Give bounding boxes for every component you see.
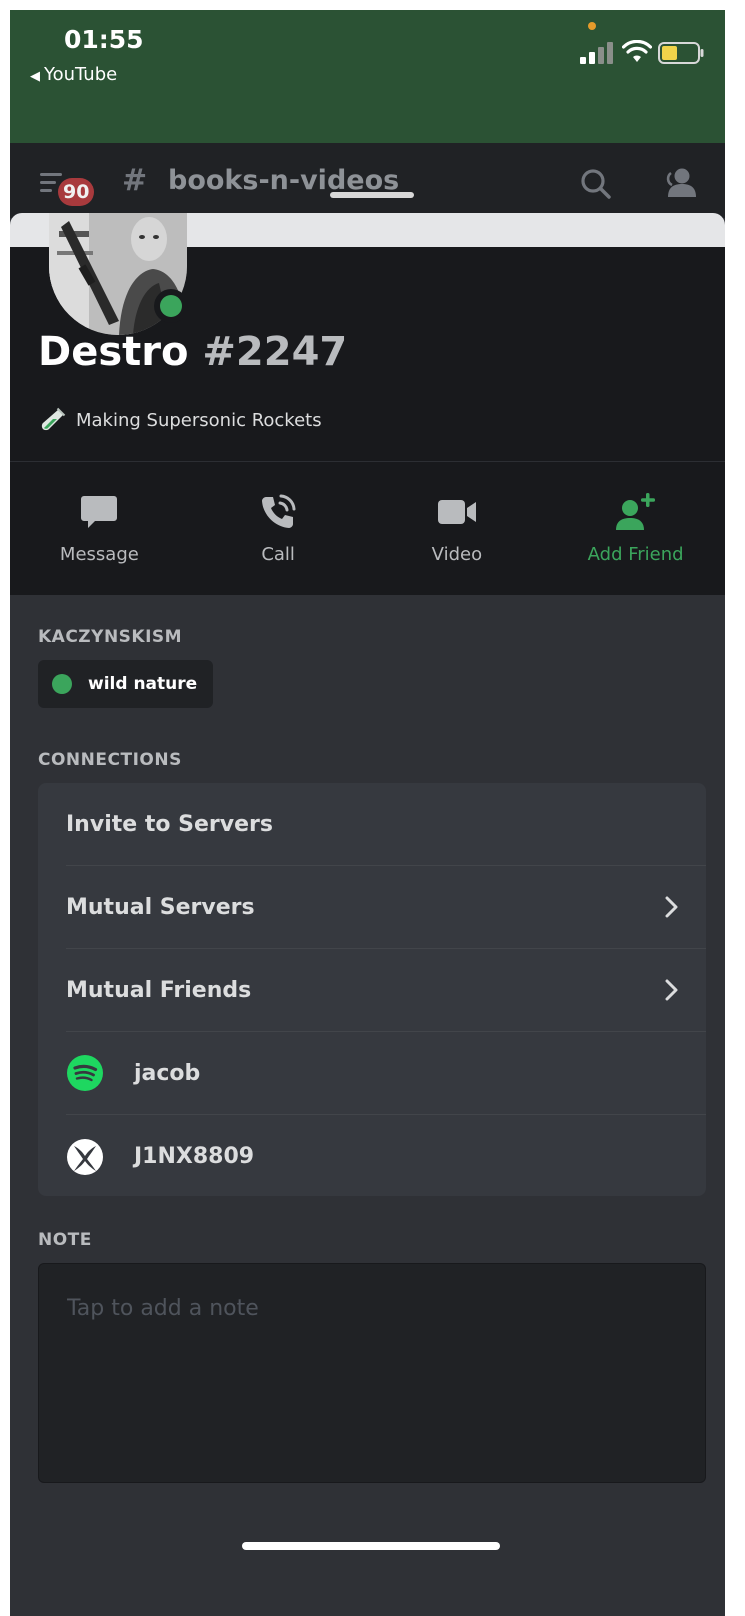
note-section-title: NOTE — [38, 1230, 92, 1250]
username-discriminator: #2247 — [202, 329, 348, 375]
status-bar: 01:55 ◀ YouTube — [10, 10, 725, 143]
back-app-label: YouTube — [44, 64, 118, 85]
user-profile-sheet: Destro #2247 Making Supersonic Rockets M… — [10, 213, 725, 1616]
call-button[interactable]: Call — [189, 462, 368, 595]
note-input[interactable] — [67, 1296, 677, 1321]
profile-actions: Message Call Video Add Friend — [10, 461, 725, 595]
phone-screen: 01:55 ◀ YouTube 90 # books-n-videos Dest… — [10, 10, 725, 1616]
back-triangle-icon: ◀ — [30, 69, 40, 84]
members-icon[interactable] — [662, 167, 700, 199]
role-chip[interactable]: wild nature — [38, 660, 214, 708]
sheet-grab-handle[interactable] — [330, 192, 414, 198]
unread-badge: 90 — [58, 178, 95, 206]
chevron-right-icon — [665, 979, 678, 1001]
chevron-right-icon — [665, 896, 678, 918]
message-button[interactable]: Message — [10, 462, 189, 595]
mutual-friends-label: Mutual Friends — [66, 977, 252, 1003]
message-label: Message — [59, 544, 139, 565]
roles-section-title: KACZYNSKISM — [38, 627, 183, 647]
phone-icon — [262, 494, 296, 528]
add-friend-icon — [615, 493, 655, 530]
channel-hash-icon: # — [122, 163, 148, 198]
spotify-account-name: jacob — [134, 1060, 201, 1086]
online-status-indicator — [154, 289, 188, 323]
call-label: Call — [261, 544, 295, 565]
mutual-servers-label: Mutual Servers — [66, 894, 255, 920]
wifi-icon — [622, 40, 652, 62]
add-friend-label: Add Friend — [587, 544, 684, 565]
role-color-dot — [52, 674, 72, 694]
channel-header: 90 # books-n-videos — [10, 143, 725, 218]
mutual-servers-row[interactable]: Mutual Servers — [66, 866, 706, 949]
xbox-icon — [67, 1138, 103, 1175]
xbox-connection-row[interactable]: J1NX8809 — [66, 1115, 706, 1196]
spotify-icon — [67, 1055, 103, 1091]
privacy-indicator-dot — [588, 22, 596, 30]
home-indicator[interactable] — [242, 1542, 500, 1550]
custom-status: Making Supersonic Rockets — [40, 407, 322, 433]
test-tube-icon — [41, 407, 66, 431]
custom-status-text: Making Supersonic Rockets — [76, 409, 322, 431]
video-button[interactable]: Video — [368, 462, 547, 595]
invite-to-servers-label: Invite to Servers — [66, 811, 273, 837]
username: Destro #2247 — [38, 329, 347, 375]
video-camera-icon — [437, 500, 476, 524]
xbox-account-name: J1NX8809 — [134, 1144, 255, 1169]
cellular-signal-icon — [580, 42, 613, 64]
profile-header: Destro #2247 Making Supersonic Rockets — [10, 213, 725, 461]
video-label: Video — [431, 544, 483, 565]
add-friend-button[interactable]: Add Friend — [546, 462, 725, 595]
status-time: 01:55 — [64, 25, 144, 54]
avatar-container — [37, 213, 199, 341]
back-to-app-button[interactable]: ◀ YouTube — [30, 64, 117, 85]
connections-card: Invite to Servers Mutual Servers Mutual … — [38, 783, 706, 1196]
mutual-friends-row[interactable]: Mutual Friends — [66, 949, 706, 1032]
chat-bubble-icon — [81, 496, 118, 528]
battery-icon — [658, 42, 704, 64]
invite-to-servers-row[interactable]: Invite to Servers — [66, 783, 706, 866]
note-box[interactable] — [38, 1263, 706, 1483]
role-name: wild nature — [88, 674, 198, 694]
connections-section-title: CONNECTIONS — [38, 750, 182, 770]
username-name: Destro — [38, 329, 189, 375]
spotify-connection-row[interactable]: jacob — [66, 1032, 706, 1115]
search-icon[interactable] — [580, 168, 612, 200]
